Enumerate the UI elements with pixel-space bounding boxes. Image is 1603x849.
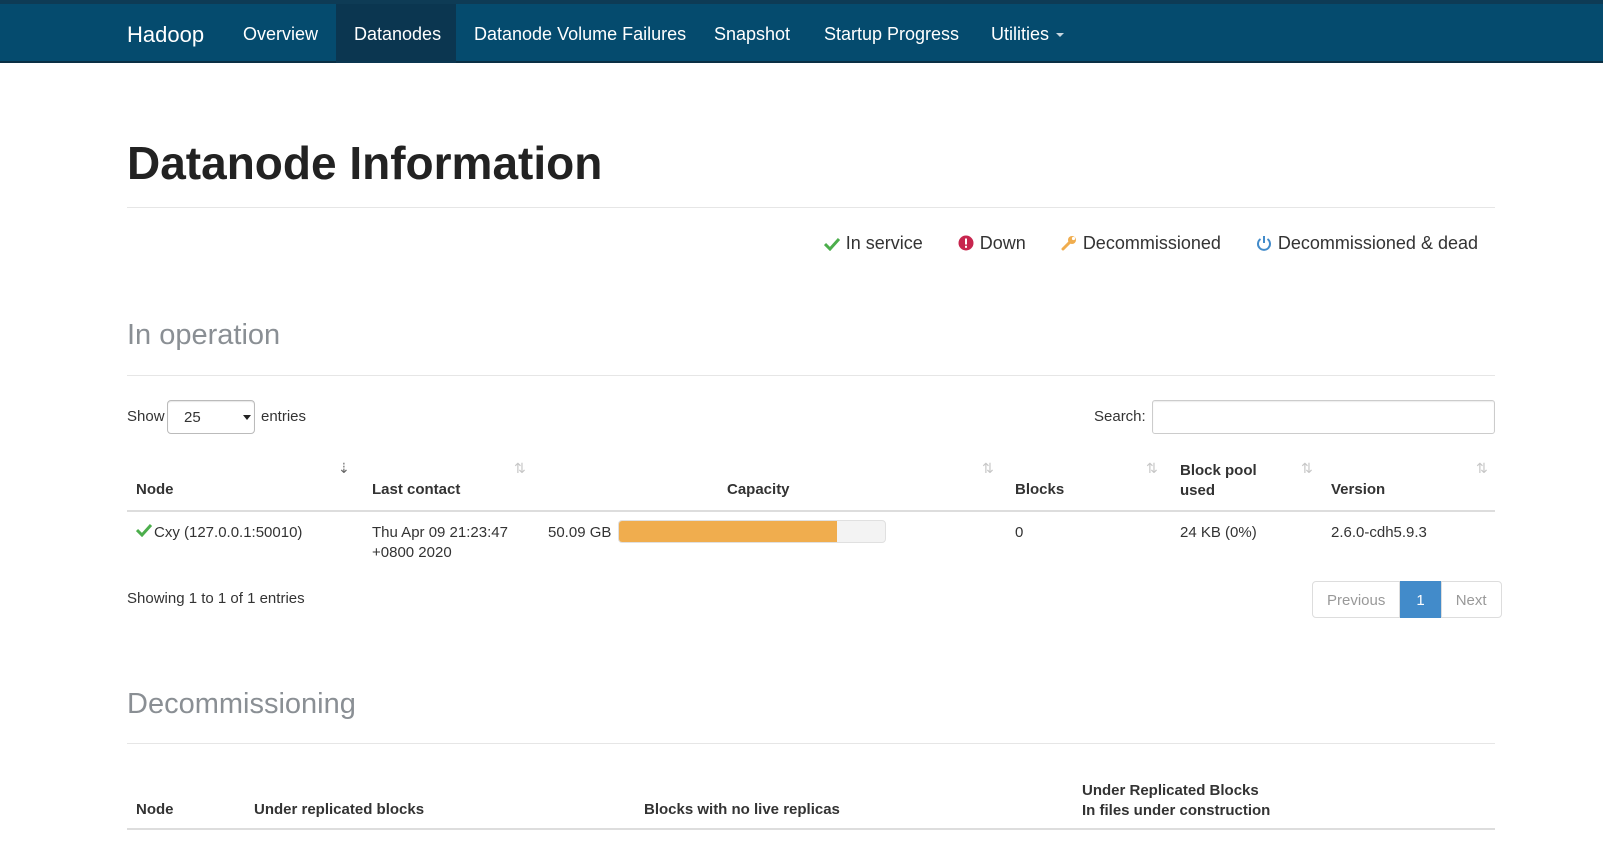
- legend-down: Down: [958, 233, 1026, 254]
- in-operation-title: In operation: [127, 319, 281, 351]
- caret-down-icon: [1056, 33, 1065, 38]
- capacity-progress-bar: [618, 520, 886, 543]
- nav-utilities-label: Utilities: [991, 24, 1050, 44]
- sort-icon[interactable]: ⇅: [1476, 460, 1488, 477]
- sort-icon[interactable]: ⇅: [1301, 460, 1313, 477]
- power-icon: [1256, 236, 1271, 251]
- legend-decommissioned-dead: Decommissioned & dead: [1256, 233, 1478, 254]
- top-navbar: Hadoop Overview Datanodes Datanode Volum…: [0, 0, 1603, 63]
- page-title: Datanode Information: [127, 137, 603, 189]
- nav-snapshot[interactable]: Snapshot: [696, 4, 808, 63]
- decom-column-line2: In files under construction: [1082, 802, 1271, 819]
- column-header-blocks[interactable]: Blocks: [1015, 481, 1064, 498]
- search-label: Search:: [1094, 408, 1146, 425]
- search-input[interactable]: [1152, 400, 1495, 434]
- table-header-divider: [127, 510, 1495, 512]
- title-divider: [127, 207, 1495, 208]
- nav-utilities[interactable]: Utilities: [973, 4, 1082, 63]
- decom-column-no-live-replicas: Blocks with no live replicas: [644, 801, 840, 818]
- table-row-last-contact: Thu Apr 09 21:23:47 +0800 2020: [372, 523, 508, 563]
- decommissioning-title: Decommissioning: [127, 688, 356, 720]
- previous-page-button[interactable]: Previous: [1312, 581, 1401, 618]
- legend-label: Down: [979, 233, 1026, 253]
- decom-column-line1: Under Replicated Blocks: [1082, 782, 1259, 799]
- column-header-block-pool-used[interactable]: Block pool used: [1180, 461, 1280, 501]
- column-header-node[interactable]: Node: [136, 481, 174, 498]
- wrench-icon: [1061, 236, 1076, 251]
- table-info: Showing 1 to 1 of 1 entries: [127, 590, 305, 607]
- next-page-button[interactable]: Next: [1440, 581, 1502, 618]
- legend-label: Decommissioned: [1082, 233, 1221, 253]
- nav-startup-progress[interactable]: Startup Progress: [806, 4, 977, 63]
- sort-asc-icon[interactable]: ⇣: [338, 460, 350, 477]
- node-name: Cxy (127.0.0.1:50010): [154, 524, 303, 541]
- entries-per-page-select[interactable]: 25: [167, 400, 255, 434]
- column-header-version[interactable]: Version: [1331, 481, 1385, 498]
- column-header-capacity[interactable]: Capacity: [727, 481, 790, 498]
- show-label: Show: [127, 408, 165, 425]
- check-icon: [135, 523, 153, 538]
- last-contact-date: Thu Apr 09 21:23:47: [372, 524, 508, 541]
- brand-logo[interactable]: Hadoop: [127, 22, 204, 48]
- sort-icon[interactable]: ⇅: [514, 460, 526, 477]
- legend-label: Decommissioned & dead: [1277, 233, 1478, 253]
- version-value: 2.6.0-cdh5.9.3: [1331, 524, 1427, 541]
- nav-datanodes[interactable]: Datanodes: [336, 4, 456, 63]
- pagination: Previous 1 Next: [1312, 581, 1502, 618]
- entries-label: entries: [261, 408, 307, 425]
- nav-datanode-volume-failures[interactable]: Datanode Volume Failures: [456, 4, 704, 63]
- last-contact-timezone: +0800 2020: [372, 544, 452, 561]
- blocks-value: 0: [1015, 524, 1024, 541]
- column-header-last-contact[interactable]: Last contact: [372, 481, 460, 498]
- dropdown-arrow-icon: [243, 415, 251, 420]
- decom-column-node: Node: [136, 801, 174, 818]
- entries-value: 25: [184, 409, 201, 426]
- section-divider: [127, 743, 1495, 744]
- legend-in-service: In service: [823, 233, 923, 254]
- sort-icon[interactable]: ⇅: [982, 460, 994, 477]
- exclamation-circle-icon: [958, 235, 974, 251]
- status-legend: In service Down Decommissioned Decommiss…: [794, 233, 1478, 254]
- block-pool-used-value: 24 KB (0%): [1180, 524, 1257, 541]
- table-row-node: Cxy (127.0.0.1:50010): [135, 523, 303, 543]
- legend-label: In service: [845, 233, 923, 253]
- decom-column-under-construction: Under Replicated Blocks In files under co…: [1082, 781, 1270, 821]
- capacity-value: 50.09 GB: [548, 524, 612, 541]
- check-icon: [823, 237, 840, 252]
- page-1-button[interactable]: 1: [1400, 581, 1441, 618]
- decom-column-under-replicated: Under replicated blocks: [254, 801, 425, 818]
- section-divider: [127, 375, 1495, 376]
- legend-decommissioned: Decommissioned: [1061, 233, 1221, 254]
- sort-icon[interactable]: ⇅: [1146, 460, 1158, 477]
- capacity-used-fill: [619, 521, 838, 542]
- decom-header-divider: [127, 828, 1495, 830]
- nav-overview[interactable]: Overview: [225, 4, 336, 63]
